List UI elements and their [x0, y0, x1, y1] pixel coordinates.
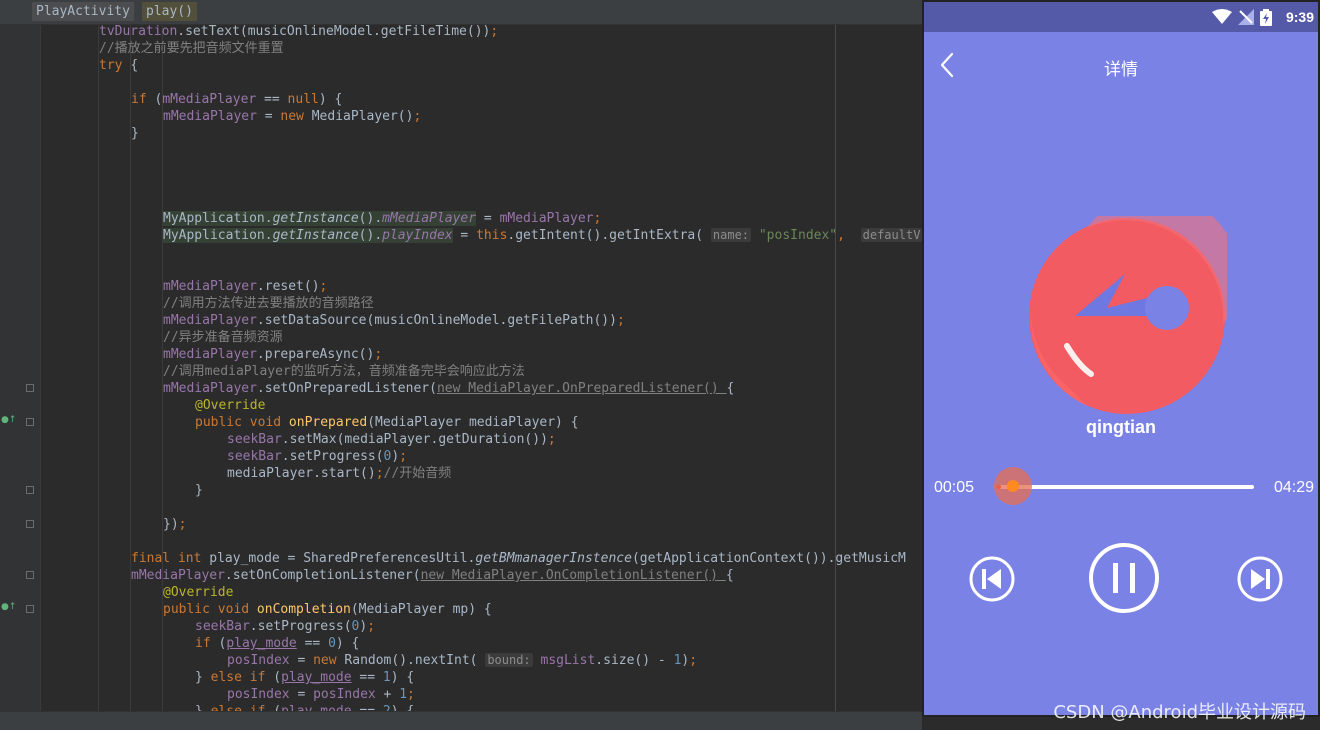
- fold-marker[interactable]: [26, 571, 34, 579]
- code-line: seekBar.setProgress(0);: [195, 619, 376, 634]
- code-line: MyApplication.getInstance().playIndex = …: [163, 228, 922, 243]
- album-disc-image: [1029, 216, 1227, 414]
- code-line: } else if (play_mode == 2) {: [195, 703, 414, 711]
- code-line: mMediaPlayer.setOnCompletionListener(new…: [131, 568, 734, 583]
- skip-next-icon[interactable]: [1236, 555, 1284, 603]
- code-line: //异步准备音频资源: [163, 330, 283, 345]
- param-hint: defaultV: [860, 228, 922, 242]
- pause-icon[interactable]: [1088, 542, 1160, 614]
- fold-marker[interactable]: [26, 418, 34, 426]
- code-line: public void onCompletion(MediaPlayer mp)…: [163, 602, 492, 617]
- code-line: } else if (play_mode == 1) {: [195, 670, 415, 685]
- right-margin-guide: [835, 25, 836, 711]
- override-icon[interactable]: ●↑: [1, 602, 16, 612]
- code-line: MyApplication.getInstance().mMediaPlayer…: [163, 211, 602, 226]
- fold-marker[interactable]: [26, 605, 34, 613]
- code-line: }: [131, 126, 139, 141]
- code-editor[interactable]: PlayActivity play() ●↑ ●↑ tvDuration.set…: [0, 0, 922, 730]
- code-line: posIndex = posIndex + 1;: [227, 687, 415, 702]
- breadcrumb: PlayActivity play(): [0, 0, 922, 25]
- seek-thumb[interactable]: [1007, 480, 1019, 492]
- song-title: qingtian: [1086, 417, 1156, 437]
- phone-screen: 9:39 详情 qingtian 00:05 04:29: [922, 0, 1320, 717]
- breadcrumb-method[interactable]: play(): [142, 2, 197, 21]
- current-time: 00:05: [934, 479, 975, 496]
- fold-marker[interactable]: [26, 384, 34, 392]
- code-line: seekBar.setMax(mediaPlayer.getDuration()…: [227, 432, 556, 447]
- code-line: }: [195, 483, 203, 498]
- code-line: try {: [99, 58, 139, 73]
- code-line: @Override: [163, 585, 234, 600]
- code-line: if (mMediaPlayer == null) {: [131, 92, 343, 107]
- fold-marker[interactable]: [26, 486, 34, 494]
- battery-charging-icon: [1260, 9, 1272, 26]
- page-title: 详情: [1104, 60, 1138, 80]
- code-line: mMediaPlayer = new MediaPlayer();: [163, 109, 422, 124]
- code-line: mMediaPlayer.prepareAsync();: [163, 347, 383, 362]
- status-time: 9:39: [1285, 9, 1314, 25]
- override-icon[interactable]: ●↑: [1, 415, 16, 425]
- breadcrumb-class[interactable]: PlayActivity: [32, 2, 134, 21]
- code-line: mediaPlayer.start();//开始音频: [227, 466, 452, 481]
- code-line: public void onPrepared(MediaPlayer media…: [195, 415, 579, 430]
- code-line: mMediaPlayer.setOnPreparedListener(new M…: [163, 381, 735, 396]
- code-line: //调用mediaPlayer的监听方法，音频准备完毕会响应此方法: [163, 364, 525, 379]
- code-line: seekBar.setProgress(0);: [227, 449, 408, 464]
- horizontal-scrollbar[interactable]: [0, 711, 922, 730]
- skip-previous-icon[interactable]: [968, 555, 1016, 603]
- code-line: @Override: [195, 398, 266, 413]
- wifi-icon: [1212, 9, 1232, 24]
- seek-bar[interactable]: [996, 485, 1254, 489]
- code-line: tvDuration.setText(musicOnlineModel.getF…: [99, 25, 499, 39]
- code-line: final int play_mode = SharedPreferencesU…: [131, 551, 906, 566]
- param-hint: name:: [710, 228, 752, 242]
- fold-marker[interactable]: [26, 520, 34, 528]
- status-bar: 9:39: [924, 2, 1318, 32]
- editor-gutter: ●↑ ●↑: [0, 25, 41, 711]
- code-line: //调用方法传进去要播放的音频路径: [163, 296, 374, 311]
- watermark: CSDN @Android毕业设计源码: [1053, 702, 1306, 723]
- code-line: if (play_mode == 0) {: [195, 636, 360, 651]
- total-time: 04:29: [1273, 479, 1314, 496]
- param-hint: bound:: [485, 653, 533, 667]
- code-line: posIndex = new Random().nextInt( bound: …: [227, 653, 698, 668]
- code-line: });: [163, 517, 187, 532]
- code-line: mMediaPlayer.reset();: [163, 279, 328, 294]
- code-text: tvDuration.setText(musicOnlineModel.getF…: [41, 25, 922, 711]
- code-line: //播放之前要先把音频文件重置: [99, 41, 284, 56]
- no-signal-icon: [1238, 9, 1254, 25]
- code-line: mMediaPlayer.setDataSource(musicOnlineMo…: [163, 313, 625, 328]
